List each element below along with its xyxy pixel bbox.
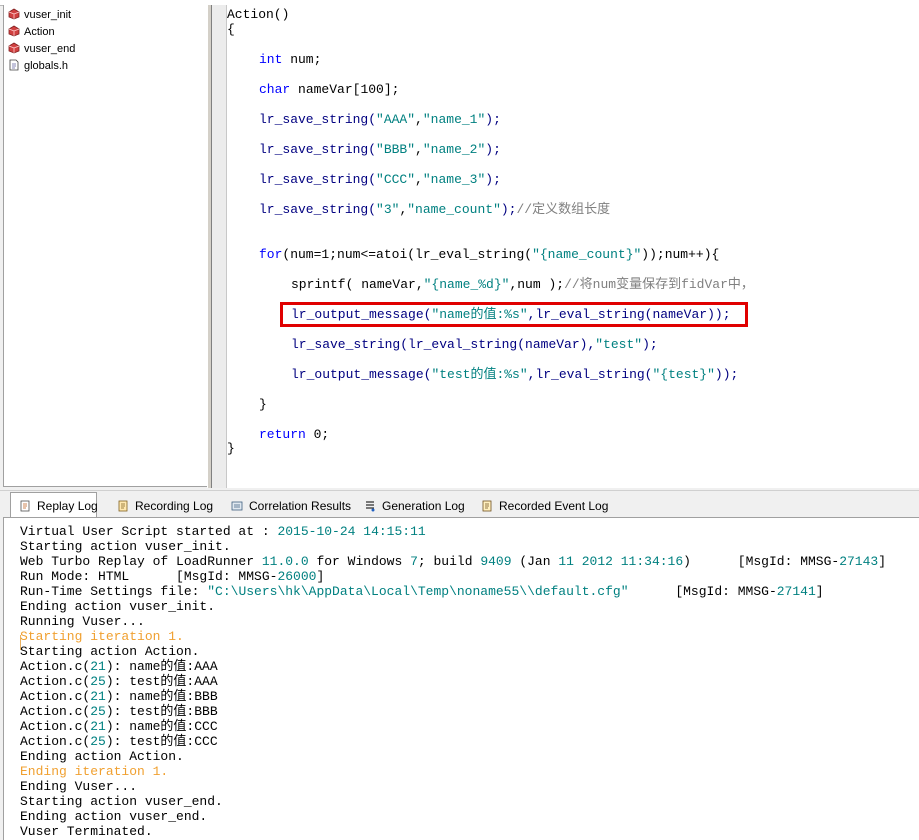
tab-generation-log[interactable]: Generation Log (355, 494, 465, 516)
tab-recording-log[interactable]: Recording Log (108, 494, 213, 516)
code-line: lr_output_message("test的值:%s",lr_eval_st… (291, 367, 739, 382)
tab-correlation-results[interactable]: Correlation Results (222, 494, 351, 516)
tree-item-globals[interactable]: globals.h (8, 58, 68, 74)
log-line: Web Turbo Replay of LoadRunner 11.0.0 fo… (20, 554, 887, 569)
code-line: for(num=1;num<=atoi(lr_eval_string("{nam… (259, 247, 720, 262)
header-file-icon (9, 59, 19, 71)
code-line: { (227, 22, 235, 37)
log-line: Run-Time Settings file: "C:\Users\hk\App… (20, 584, 824, 599)
tab-recorded-event-log[interactable]: Recorded Event Log (472, 494, 608, 516)
log-line: Ending action Action. (20, 749, 184, 764)
tab-replay-log[interactable]: Replay Log (10, 492, 98, 518)
code-line: char nameVar[100]; (259, 82, 400, 97)
log-line: Action.c(21): name的值:AAA (20, 659, 218, 674)
log-line: Starting action vuser_end. (20, 794, 223, 809)
code-line: } (227, 441, 235, 456)
log-line: Run Mode: HTML [MsgId: MMSG-26000] (20, 569, 325, 584)
log-line: Action.c(25): test的值:AAA (20, 674, 218, 689)
tree-item-action[interactable]: Action (8, 24, 55, 40)
code-line: lr_save_string("3","name_count");//定义数组长… (259, 202, 611, 217)
code-line: lr_save_string("AAA","name_1"); (259, 112, 501, 127)
code-line: } (259, 397, 267, 412)
action-script-icon (8, 25, 20, 37)
tree-item-label: vuser_init (24, 9, 72, 21)
action-script-icon (8, 8, 20, 20)
script-tree: vuser_init Action vuser_end globals.h (3, 5, 208, 487)
log-line-iteration: Ending iteration 1. (20, 764, 169, 779)
log-line: Action.c(21): name的值:CCC (20, 719, 218, 734)
output-tab-bar: Replay Log Recording Log Correlation Res… (0, 490, 919, 518)
action-script-icon (8, 42, 20, 54)
log-line: Starting action vuser_init. (20, 539, 231, 554)
log-line: Action.c(25): test的值:CCC (20, 734, 218, 749)
recording-log-icon (118, 500, 128, 512)
log-line: Ending action vuser_init. (20, 599, 216, 614)
log-line: Running Vuser... (20, 614, 145, 629)
highlight-box (280, 302, 748, 327)
tree-item-label: Action (24, 26, 55, 38)
log-line: Virtual User Script started at : 2015-10… (20, 524, 426, 539)
code-line: lr_save_string(lr_eval_string(nameVar),"… (291, 337, 658, 352)
code-line: int num; (259, 52, 322, 67)
generation-log-icon (366, 501, 375, 512)
code-editor[interactable]: Action() { int num; char nameVar[100]; l… (212, 5, 919, 488)
code-line: return 0; (259, 427, 330, 442)
editor-gutter (212, 5, 227, 488)
code-line: lr_save_string("CCC","name_3"); (259, 172, 501, 187)
correlation-icon (231, 501, 243, 511)
tree-item-vuser-init[interactable]: vuser_init (8, 7, 71, 23)
tree-item-vuser-end[interactable]: vuser_end (8, 41, 75, 57)
replay-log-icon (20, 500, 30, 512)
log-line-iteration: Starting iteration 1. (20, 629, 184, 644)
code-line: lr_save_string("BBB","name_2"); (259, 142, 501, 157)
log-line: Ending action vuser_end. (20, 809, 208, 824)
code-line: Action() (227, 7, 290, 22)
code-line: sprintf( nameVar,"{name_%d}",num );//将nu… (291, 277, 754, 292)
replay-log-output[interactable]: Virtual User Script started at : 2015-10… (3, 517, 919, 840)
log-line: Starting action Action. (20, 644, 200, 659)
tree-item-label: globals.h (24, 60, 69, 72)
log-line: Vuser Terminated. (20, 824, 153, 839)
log-line: Action.c(25): test的值:BBB (20, 704, 218, 719)
log-line: Action.c(21): name的值:BBB (20, 689, 218, 704)
log-line: Ending Vuser... (20, 779, 138, 794)
tree-item-label: vuser_end (24, 43, 76, 55)
event-log-icon (482, 500, 492, 512)
